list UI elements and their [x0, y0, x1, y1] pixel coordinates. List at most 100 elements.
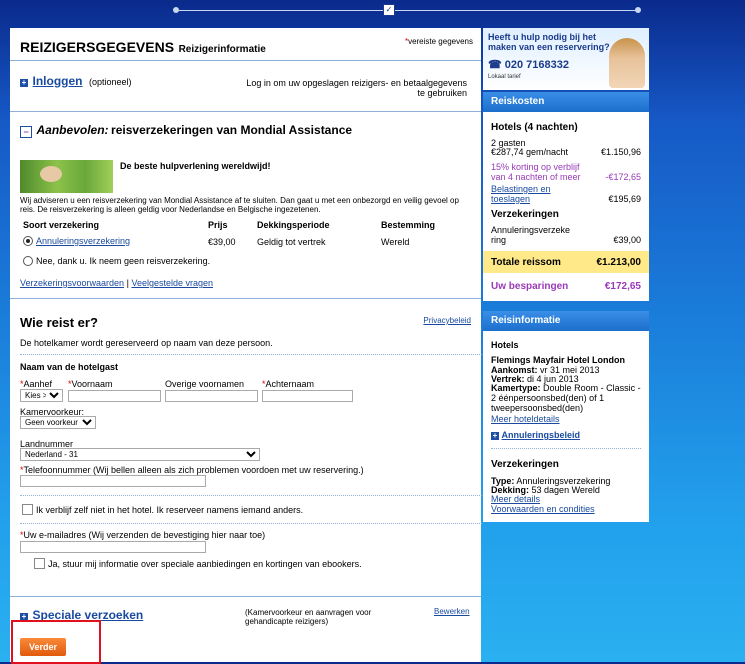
insurance-decline-label: Nee, dank u. Ik neem geen reisverzekerin… — [36, 256, 211, 266]
first-name-input[interactable] — [68, 390, 161, 402]
radio-selected-dot — [26, 239, 30, 243]
required-note: vereiste gegevens — [408, 37, 473, 46]
progress-line — [176, 10, 638, 11]
col-dest-header: Bestemming — [381, 220, 436, 230]
insurance-option-link[interactable]: Annuleringsverzekering — [36, 236, 130, 246]
expand-plus-icon[interactable]: + — [491, 431, 499, 440]
help-text: Heeft u hulp nodig bij het maken van een… — [488, 32, 610, 52]
first-name-label: Voornaam — [71, 379, 113, 389]
costs-panel: Reiskosten Hotels (4 nachten) 2 gasten €… — [483, 92, 649, 301]
insurance-photo — [20, 160, 113, 193]
costs-discount-price: -€172,65 — [605, 172, 641, 182]
login-optional: (optioneel) — [89, 77, 132, 87]
insurance-heading: reisverzekeringen van Mondial Assistance — [111, 123, 353, 137]
divider — [20, 495, 482, 496]
insurance-terms-link[interactable]: Verzekeringsvoorwaarden — [20, 278, 124, 288]
insurance-description: Wij adviseren u een reisverzekering van … — [20, 196, 459, 214]
info-divider — [491, 448, 641, 449]
help-rate: Lokaal tarief — [488, 74, 521, 80]
country-code-select[interactable]: Nederland - 31 — [20, 448, 260, 461]
privacy-link[interactable]: Privacybeleid — [423, 316, 471, 325]
email-label: Uw e-mailadres (Wij verzenden de bevesti… — [23, 530, 266, 540]
room-type-label: Kamertype: — [491, 383, 541, 393]
insurance-heading-em: Aanbevolen: — [36, 123, 109, 137]
email-input[interactable] — [20, 541, 206, 553]
newsletter-checkbox[interactable] — [34, 558, 45, 569]
costs-heading: Reiskosten — [483, 92, 649, 112]
insurance-section: − Aanbevolen: reisverzekeringen van Mond… — [10, 112, 481, 299]
costs-hotels-title: Hotels (4 nachten) — [491, 122, 578, 133]
costs-insurance-price: €39,00 — [613, 235, 641, 245]
travelers-section: Wie reist er? Privacybeleid De hotelkame… — [10, 299, 482, 597]
hotel-details-link[interactable]: Meer hoteldetails — [491, 414, 560, 424]
submit-button-label: Verder — [28, 642, 58, 652]
travelers-heading: Wie reist er? — [20, 315, 98, 330]
total-value: €1.213,00 — [596, 257, 642, 268]
costs-discount: 15% korting op verblijf van 4 nachten of… — [491, 162, 581, 182]
help-phone: 020 7168332 — [504, 59, 569, 71]
insurance-faq-link[interactable]: Veelgestelde vragen — [131, 278, 213, 288]
total-label: Totale reissom — [491, 257, 561, 268]
insurance-decline-radio[interactable] — [23, 256, 33, 266]
col-price-header: Prijs — [208, 220, 228, 230]
ins-terms-link[interactable]: Voorwaarden en condities — [491, 504, 595, 514]
login-note: Log in om uw opgeslagen reizigers- en be… — [246, 78, 467, 98]
page-subtitle: Reizigerinformatie — [178, 44, 266, 55]
costs-insurance-title: Verzekeringen — [491, 209, 559, 220]
link-separator: | — [126, 278, 129, 288]
phone-input[interactable] — [20, 475, 206, 487]
traveler-form-panel: REIZIGERSGEGEVENS Reizigerinformatie *ve… — [10, 28, 482, 664]
not-staying-label: Ik verblijf zelf niet in het hotel. Ik r… — [36, 505, 304, 515]
insurance-option-price: €39,00 — [208, 237, 236, 247]
room-pref-select[interactable]: Geen voorkeur — [20, 416, 96, 429]
progress-step-1 — [173, 7, 179, 13]
submit-button[interactable]: Verder — [20, 638, 66, 656]
costs-taxes-price: €195,69 — [608, 194, 641, 204]
special-requests-note: (Kamervoorkeur en aanvragen voor gehandi… — [245, 608, 372, 626]
aanhef-select[interactable]: Kies > — [20, 389, 63, 402]
info-heading: Reisinformatie — [483, 311, 649, 331]
progress-step-end — [635, 7, 641, 13]
costs-hotel-price: €1.150,96 — [600, 147, 641, 157]
savings-label: Uw besparingen — [491, 281, 569, 292]
col-type-header: Soort verzekering — [23, 220, 100, 230]
form-header: REIZIGERSGEGEVENS Reizigerinformatie *ve… — [10, 28, 481, 61]
insurance-option-radio[interactable] — [23, 236, 33, 246]
cancellation-policy-link[interactable]: Annuleringsbeleid — [502, 430, 581, 440]
info-hotel-name: Flemings Mayfair Hotel London — [491, 355, 626, 365]
info-insurance-title: Verzekeringen — [491, 459, 559, 470]
insurance-option-dest: Wereld — [381, 237, 410, 247]
login-link[interactable]: Inloggen — [33, 74, 83, 88]
divider — [20, 523, 482, 524]
collapse-minus-icon[interactable]: − — [20, 125, 32, 138]
trip-info-panel: Reisinformatie Hotels Flemings Mayfair H… — [483, 311, 649, 522]
divider — [20, 354, 482, 355]
newsletter-label: Ja, stuur mij informatie over speciale a… — [48, 559, 362, 569]
not-staying-checkbox[interactable] — [22, 504, 33, 515]
aanhef-label: Aanhef — [23, 379, 53, 389]
special-requests-edit-link[interactable]: Bewerken — [434, 607, 470, 616]
costs-insurance-name: Annuleringsverzekering — [491, 225, 571, 245]
ins-more-link[interactable]: Meer details — [491, 494, 540, 504]
login-section: + Inloggen (optioneel) Log in om uw opge… — [10, 61, 481, 112]
guest-title: Naam van de hotelgast — [20, 362, 119, 372]
savings-value: €172,65 — [604, 281, 641, 292]
costs-taxes-link[interactable]: Belastingen en toeslagen — [491, 184, 561, 204]
costs-per-night: €287,74 gem/nacht — [491, 147, 569, 157]
info-hotels-title: Hotels — [491, 340, 519, 350]
travelers-note: De hotelkamer wordt gereserveerd op naam… — [20, 338, 273, 348]
page-title: REIZIGERSGEGEVENS — [20, 39, 175, 55]
progress-bar: ✓ — [173, 4, 641, 16]
last-name-label: Achternaam — [265, 379, 315, 389]
help-box: Heeft u hulp nodig bij het maken van een… — [483, 28, 649, 90]
insurance-tagline: De beste hulpverlening wereldwijd! — [120, 161, 271, 171]
insurance-photo-face-icon — [40, 166, 62, 182]
insurance-option-period: Geldig tot vertrek — [257, 237, 326, 247]
progress-current-step-icon: ✓ — [383, 4, 395, 16]
ins-cover-value: 53 dagen Wereld — [531, 485, 600, 495]
last-name-input[interactable] — [262, 390, 353, 402]
phone-icon: ☎ — [488, 59, 502, 71]
phone-label: Telefoonnummer (Wij bellen alleen als zi… — [23, 465, 364, 475]
middle-name-input[interactable] — [165, 390, 258, 402]
expand-plus-icon[interactable]: + — [20, 78, 28, 87]
